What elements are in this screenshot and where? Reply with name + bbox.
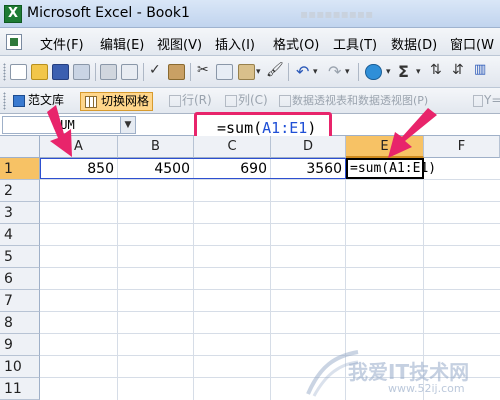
site-watermark: 我爱IT技术网 www.52ij.com (300, 346, 500, 400)
arrow-to-column-a-icon (47, 105, 72, 157)
arrow-to-column-e-icon (388, 108, 437, 158)
annotation-arrows (47, 105, 437, 158)
watermark-text: 我爱IT技术网 (348, 360, 470, 384)
watermark-url: www.52ij.com (388, 382, 465, 395)
